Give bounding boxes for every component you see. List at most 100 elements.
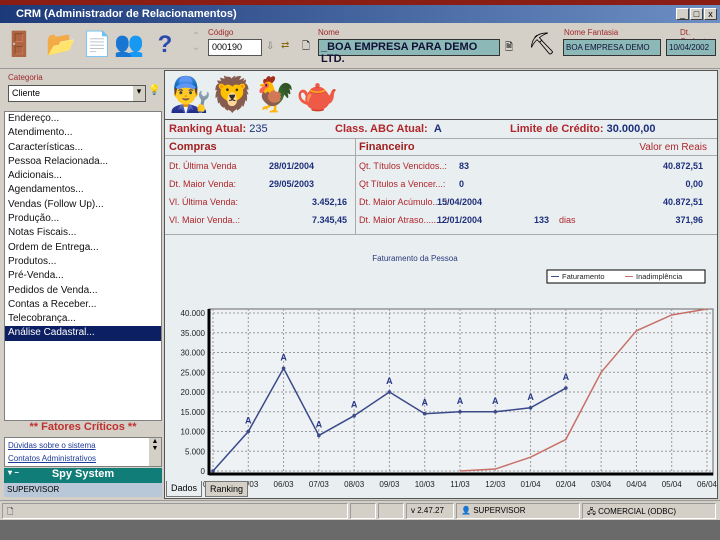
exit-door-icon[interactable]: 🚪: [4, 29, 34, 61]
status-cell: 🗋: [2, 503, 348, 519]
menu-item[interactable]: Pré-Venda...: [5, 269, 161, 283]
fatores-criticos-title: ** Fatores Críticos **: [29, 421, 137, 433]
data-point: [493, 409, 498, 414]
menu-item[interactable]: Notas Fiscais...: [5, 226, 161, 240]
document-icon[interactable]: 📄: [82, 29, 112, 61]
menu-item[interactable]: Adicionais...: [5, 169, 161, 183]
menu-item[interactable]: Vendas (Follow Up)...: [5, 198, 161, 212]
menu-item[interactable]: Ordem de Entrega...: [5, 241, 161, 255]
data-point: [352, 413, 356, 418]
user-status: 👤 SUPERVISOR: [456, 503, 580, 519]
tab-ranking[interactable]: Ranking: [205, 481, 249, 497]
x-tick-label: 03/04: [591, 480, 612, 489]
pickaxe-icon[interactable]: ⛏: [528, 31, 556, 57]
x-tick-label: 06/04: [697, 480, 717, 489]
spy-user-value: SUPERVISOR: [7, 485, 60, 494]
cadastro-input[interactable]: 10/04/2002: [666, 39, 716, 56]
database-icon: 🖧: [587, 507, 596, 516]
abc-label: Class. ABC Atual:: [335, 123, 428, 135]
menu-item[interactable]: Endereço...: [5, 112, 161, 126]
db-text: COMERCIAL (ODBC): [598, 507, 677, 516]
menu-item[interactable]: Produção...: [5, 212, 161, 226]
new-document-icon[interactable]: 🗋: [302, 39, 310, 56]
x-tick-label: 05/04: [662, 480, 683, 489]
y-tick-label: 15.000: [181, 408, 206, 417]
menu-item[interactable]: Pedidos de Venda...: [5, 284, 161, 298]
row-amount: 371,96: [675, 215, 703, 225]
row-value: 3.452,16: [311, 197, 347, 207]
fatores-link[interactable]: Dúvidas sobre o sistema: [5, 438, 161, 453]
status-bar: 🗋 v 2.47.27 👤 SUPERVISOR 🖧 COMERCIAL (OD…: [0, 500, 720, 520]
data-label: A: [386, 376, 393, 386]
status-cell: [378, 503, 404, 519]
close-button[interactable]: x: [704, 8, 717, 20]
data-point: [528, 406, 533, 410]
limite-label: Limite de Crédito:: [510, 123, 604, 135]
menu-item[interactable]: Análise Cadastral...: [5, 326, 161, 341]
spy-user: SUPERVISOR: [4, 483, 162, 497]
data-point: [246, 429, 251, 434]
legend-label: Inadimplência: [636, 272, 683, 281]
x-tick-label: 02/04: [556, 480, 577, 489]
row-label: Dt. Maior Acúmulo.....:: [359, 197, 448, 207]
menu-item[interactable]: Pessoa Relacionada...: [5, 155, 161, 169]
row-value: 15/04/2004: [437, 197, 483, 207]
data-point: [458, 409, 462, 414]
menu-item[interactable]: Telecobrança...: [5, 312, 161, 326]
menu-item[interactable]: Agendamentos...: [5, 183, 161, 197]
menu-item[interactable]: Contas a Receber...: [5, 298, 161, 312]
compras-title: Compras: [169, 141, 217, 153]
row-label: Dt. Maior Venda:: [169, 179, 237, 189]
categoria-label: Categoria: [8, 73, 43, 82]
y-tick-label: 40.000: [181, 309, 206, 318]
data-label: A: [280, 352, 287, 362]
chart-svg: Faturamento da Pessoa 0 5.000 10.000 15.000 2…: [181, 254, 718, 489]
y-tick-label: 25.000: [181, 368, 206, 377]
arrow-down-icon[interactable]: ⇩: [266, 41, 274, 52]
fantasia-input[interactable]: BOA EMPRESA DEMO: [563, 39, 661, 56]
x-tick-label: 06/03: [274, 480, 295, 489]
limite-value: 30.000,00: [606, 123, 656, 135]
scroll-arrows-icon[interactable]: ⌃ ⌄: [192, 31, 200, 53]
fatores-link[interactable]: Contatos Administrativos: [5, 453, 161, 464]
data-label: A: [563, 372, 570, 382]
spy-system-bar[interactable]: ▾ − Spy System: [4, 468, 162, 483]
maximize-button[interactable]: □: [690, 8, 703, 20]
title-bar: CRM (Administrador de Relacionamentos): [0, 5, 720, 23]
codigo-input[interactable]: 000190: [208, 39, 262, 56]
user-icon: 👤: [461, 506, 471, 515]
lightbulb-icon[interactable]: 💡: [148, 85, 160, 96]
image-strip: 👨‍🔧🦁🐓🫖: [164, 70, 718, 120]
users-icon[interactable]: 👥: [114, 29, 144, 61]
row-label: Dt. Última Venda: [169, 161, 237, 171]
y-tick-label: 5.000: [185, 447, 206, 456]
chart-title: Faturamento da Pessoa: [372, 254, 458, 263]
link-icon[interactable]: ⇄: [281, 40, 289, 51]
financeiro-row: Qt. Títulos Vencidos..: 83 40.872,51: [359, 157, 709, 175]
x-tick-label: 12/03: [485, 480, 506, 489]
menu-item[interactable]: Características...: [5, 141, 161, 155]
minimize-button[interactable]: _: [676, 8, 689, 20]
row-value: 7.345,45: [311, 215, 347, 225]
x-tick-label: 08/03: [344, 480, 365, 489]
menu-item[interactable]: Produtos...: [5, 255, 161, 269]
row-value: 29/05/2003: [269, 179, 315, 189]
folder-icon[interactable]: 📂: [46, 29, 76, 61]
categoria-select[interactable]: Cliente ▾: [8, 85, 146, 102]
fatores-list: Dúvidas sobre o sistema Contatos Adminis…: [4, 437, 162, 467]
tab-dados[interactable]: Dados: [166, 481, 203, 497]
status-cell: [350, 503, 376, 519]
data-label: A: [351, 400, 358, 410]
faturamento-chart: Faturamento da Pessoa 0 5.000 10.000 15.000 2…: [165, 248, 718, 498]
expand-icon[interactable]: ▾ −: [8, 468, 19, 477]
nome-input[interactable]: _BOA EMPRESA PARA DEMO LTD.: [318, 39, 500, 65]
db-status: 🖧 COMERCIAL (ODBC): [582, 503, 716, 519]
document-copy-icon[interactable]: 🗎: [505, 40, 513, 57]
chevron-down-icon[interactable]: ▾: [133, 86, 145, 101]
scrollbar[interactable]: ▲ ▼: [149, 438, 161, 466]
compras-row: Vl. Maior Venda..: 7.345,45: [169, 211, 351, 229]
data-point: [422, 411, 427, 416]
financeiro-row: Dt. Maior Acúmulo.....: 15/04/2004 40.872,…: [359, 193, 709, 211]
help-icon[interactable]: ?: [150, 29, 180, 61]
menu-item[interactable]: Atendimento...: [5, 126, 161, 140]
